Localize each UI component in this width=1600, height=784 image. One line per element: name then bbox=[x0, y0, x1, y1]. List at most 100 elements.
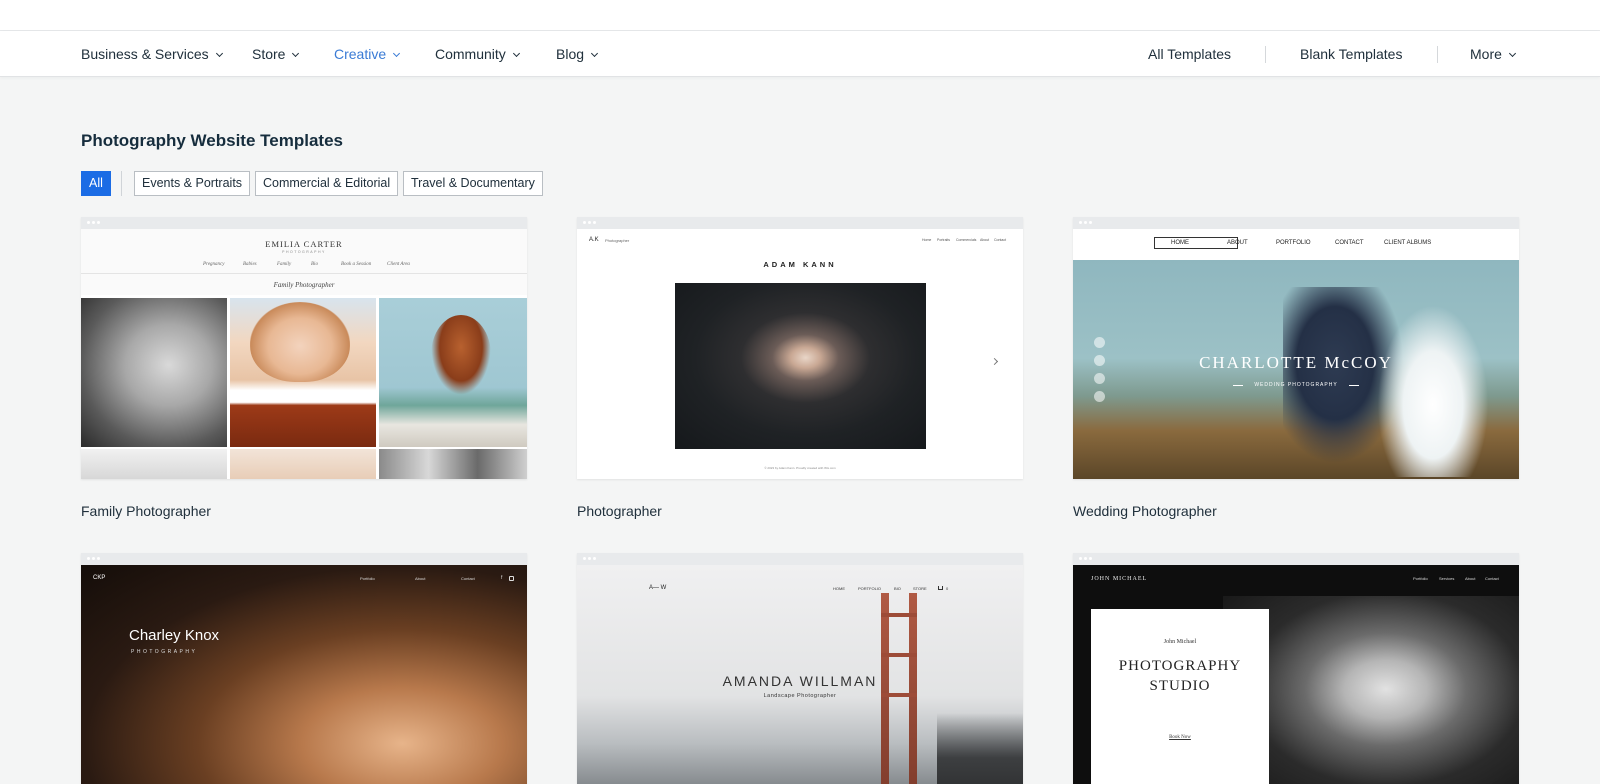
preview-menu-item: Contact bbox=[994, 238, 1007, 242]
chevron-down-icon bbox=[393, 49, 401, 58]
template-title[interactable]: Wedding Photographer bbox=[1073, 503, 1217, 519]
preview-menu-item: ABOUT bbox=[1227, 240, 1248, 246]
preview-menu-item: Portraits bbox=[937, 238, 951, 242]
browser-bar bbox=[577, 217, 1023, 229]
top-strip bbox=[0, 0, 1600, 31]
facebook-icon bbox=[1094, 337, 1105, 348]
preview-menu-item: Babies bbox=[243, 262, 257, 267]
preview-menu-item: CONTACT bbox=[1335, 240, 1364, 246]
preview-site-name: ADAM KANN bbox=[763, 260, 837, 269]
chevron-right-icon bbox=[990, 357, 999, 366]
nav-label: Store bbox=[252, 46, 286, 62]
chevron-down-icon bbox=[215, 49, 223, 58]
more-label: More bbox=[1470, 46, 1502, 62]
preview-photo-bridge-beam bbox=[881, 653, 917, 657]
pinterest-icon bbox=[1094, 373, 1105, 384]
chevron-down-icon bbox=[292, 49, 300, 58]
template-preview[interactable]: EMILIA CARTER PHOTOGRAPHY Pregnancy Babi… bbox=[81, 217, 527, 479]
chevron-down-icon bbox=[590, 49, 599, 58]
preview-site-sub: PHOTOGRAPHY bbox=[282, 250, 326, 254]
filter-travel-documentary[interactable]: Travel & Documentary bbox=[403, 171, 543, 196]
preview-photo-child bbox=[431, 315, 491, 395]
preview-heading: Family Photographer bbox=[273, 281, 335, 289]
preview-menu-item: Portfolio bbox=[1413, 576, 1428, 581]
preview-menu-item: Services bbox=[1439, 576, 1455, 581]
preview-logo: A— W bbox=[649, 585, 667, 591]
template-preview[interactable]: JOHN MICHAEL Portfolio Services About Co… bbox=[1073, 553, 1519, 784]
preview-menu-item: STORE bbox=[913, 586, 927, 591]
preview-photo bbox=[379, 449, 527, 479]
nav-divider bbox=[1437, 46, 1438, 63]
preview-menu-item: About bbox=[1465, 576, 1476, 581]
preview-logo: A.K bbox=[589, 237, 599, 243]
preview-menu-item: Contact bbox=[461, 576, 475, 581]
template-title[interactable]: Photographer bbox=[577, 503, 662, 519]
preview-headline: PHOTOGRAPHY bbox=[1118, 658, 1242, 674]
preview-site-name: EMILIA CARTER bbox=[265, 239, 343, 249]
nav-label: Community bbox=[435, 46, 506, 62]
nav-business-services[interactable]: Business & Services bbox=[81, 31, 223, 77]
preview-divider bbox=[81, 273, 527, 274]
preview-headline: STUDIO bbox=[1149, 678, 1211, 694]
chevron-down-icon bbox=[512, 49, 520, 58]
browser-bar bbox=[81, 553, 527, 565]
filter-all[interactable]: All bbox=[81, 171, 111, 196]
preview-photo-bridge-beam bbox=[881, 613, 917, 617]
preview-footer: © 2023 by Adam Kann. Proudly created wit… bbox=[764, 466, 836, 470]
category-nav: Business & Services Store Creative Commu… bbox=[0, 31, 1600, 77]
preview-photo-hill bbox=[937, 713, 1023, 784]
template-preview[interactable]: A— W HOME PORTFOLIO BIO STORE 0 AMANDA W… bbox=[577, 553, 1023, 784]
preview-menu-item: Portfolio bbox=[360, 576, 375, 581]
template-preview[interactable]: HOME ABOUT PORTFOLIO CONTACT CLIENT ALBU… bbox=[1073, 217, 1519, 479]
cart-icon bbox=[938, 586, 943, 590]
nav-creative[interactable]: Creative bbox=[334, 31, 401, 77]
preview-card-panel bbox=[1091, 609, 1269, 784]
instagram-icon bbox=[509, 576, 514, 581]
nav-store[interactable]: Store bbox=[252, 31, 300, 77]
blank-templates-link[interactable]: Blank Templates bbox=[1300, 31, 1402, 77]
filter-commercial-editorial[interactable]: Commercial & Editorial bbox=[255, 171, 399, 196]
nav-label: Blog bbox=[556, 46, 585, 62]
nav-blog[interactable]: Blog bbox=[556, 31, 599, 77]
preview-site-name: CHARLOTTE McCOY bbox=[1199, 353, 1393, 372]
nav-label: Creative bbox=[334, 46, 387, 62]
preview-site-sub: WEDDING PHOTOGRAPHY bbox=[1254, 382, 1338, 388]
preview-logo: JOHN MICHAEL bbox=[1091, 576, 1148, 582]
preview-site-sub: PHOTOGRAPHY bbox=[131, 649, 198, 655]
preview-menu-item: HOME bbox=[1171, 240, 1189, 246]
preview-cta: Book Now bbox=[1169, 735, 1191, 740]
template-title[interactable]: Family Photographer bbox=[81, 503, 211, 519]
page-title: Photography Website Templates bbox=[81, 131, 343, 150]
preview-menu-item: Home bbox=[922, 238, 932, 242]
preview-logo: CKP bbox=[93, 575, 106, 581]
preview-photo bbox=[81, 449, 227, 479]
all-templates-link[interactable]: All Templates bbox=[1148, 31, 1231, 77]
preview-menu-item: BIO bbox=[894, 586, 901, 591]
nav-divider bbox=[1265, 46, 1266, 63]
template-preview[interactable]: A.K Photographer Home Portraits Commerci… bbox=[577, 217, 1023, 479]
preview-menu-item: Book a Session bbox=[341, 262, 372, 267]
preview-hero-photo bbox=[675, 283, 926, 449]
preview-menu-item: PORTFOLIO bbox=[1276, 240, 1311, 246]
facebook-icon: f bbox=[501, 575, 503, 581]
browser-bar bbox=[577, 553, 1023, 565]
preview-site-sub: Landscape Photographer bbox=[763, 693, 837, 699]
nav-community[interactable]: Community bbox=[435, 31, 520, 77]
preview-menu-item: PORTFOLIO bbox=[858, 586, 882, 591]
template-preview[interactable]: CKP Portfolio About Contact f Charley Kn… bbox=[81, 553, 527, 784]
preview-photo-face bbox=[250, 302, 350, 382]
preview-menu-item: Pregnancy bbox=[203, 262, 225, 267]
chevron-down-icon bbox=[1508, 49, 1516, 58]
preview-menu-active-box bbox=[1154, 237, 1238, 249]
more-menu[interactable]: More bbox=[1470, 31, 1516, 77]
browser-bar bbox=[1073, 553, 1519, 565]
filter-divider bbox=[121, 171, 122, 196]
preview-menu-item: CLIENT ALBUMS bbox=[1384, 240, 1432, 246]
preview-site-name: Charley Knox bbox=[129, 627, 220, 644]
preview-hero-photo bbox=[81, 565, 527, 784]
cart-count: 0 bbox=[946, 586, 949, 591]
preview-card-name: John Michael bbox=[1163, 639, 1197, 645]
browser-bar bbox=[1073, 217, 1519, 229]
filter-events-portraits[interactable]: Events & Portraits bbox=[134, 171, 251, 196]
preview-menu-item: About bbox=[415, 576, 426, 581]
